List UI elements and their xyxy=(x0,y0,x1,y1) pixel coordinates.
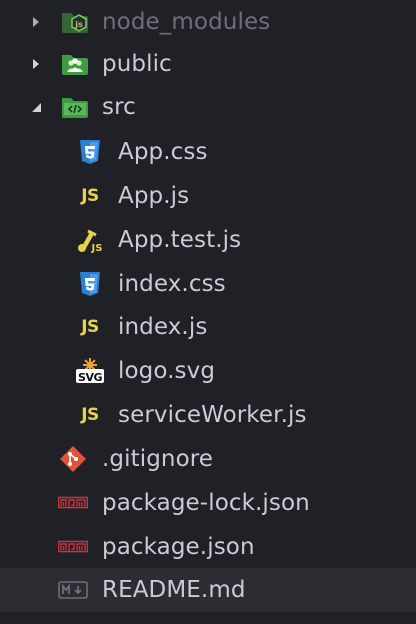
npm-file-icon xyxy=(58,481,88,525)
js-file-icon: JS xyxy=(75,174,105,218)
tree-item-app-css[interactable]: App.css xyxy=(0,130,416,174)
tree-item-label: package.json xyxy=(102,534,255,560)
chevron-right-icon[interactable] xyxy=(30,0,42,44)
tree-item-app-js[interactable]: JS App.js xyxy=(0,174,416,218)
svg-text:js: js xyxy=(74,20,83,29)
svg-file-icon: SVG xyxy=(75,349,105,393)
markdown-file-icon xyxy=(58,568,88,612)
tree-item-app-test-js[interactable]: JS App.test.js xyxy=(0,218,416,262)
chevron-right-icon[interactable] xyxy=(30,42,42,86)
tree-item-label: index.css xyxy=(118,271,226,297)
tree-item-label: .gitignore xyxy=(102,446,214,472)
js-file-icon: JS xyxy=(75,305,105,349)
git-file-icon xyxy=(58,437,88,481)
tree-item-package-json[interactable]: package.json xyxy=(0,525,416,569)
chevron-down-icon[interactable] xyxy=(30,85,42,129)
tree-item-label: node_modules xyxy=(102,9,271,35)
tree-item-label: index.js xyxy=(118,314,208,340)
css3-file-icon xyxy=(75,262,105,306)
tree-item-service-worker-js[interactable]: JS serviceWorker.js xyxy=(0,393,416,437)
tree-item-package-lock-json[interactable]: package-lock.json xyxy=(0,481,416,525)
js-badge: JS xyxy=(81,186,99,206)
tree-item-index-css[interactable]: index.css xyxy=(0,262,416,306)
tree-item-node-modules[interactable]: js node_modules xyxy=(0,0,416,44)
tree-item-label: serviceWorker.js xyxy=(118,402,307,428)
tree-item-gitignore[interactable]: .gitignore xyxy=(0,437,416,481)
file-explorer-tree: js node_modules public src App.css JS Ap… xyxy=(0,0,416,624)
css3-file-icon xyxy=(75,130,105,174)
tree-item-label: README.md xyxy=(102,577,246,603)
nodejs-folder-icon: js xyxy=(60,0,90,44)
tree-item-src[interactable]: src xyxy=(0,85,416,129)
svg-text:SVG: SVG xyxy=(78,371,102,384)
svg-text:JS: JS xyxy=(91,243,103,254)
tree-item-readme-md[interactable]: README.md xyxy=(0,568,416,612)
js-file-icon: JS xyxy=(75,393,105,437)
tree-item-logo-svg[interactable]: SVG logo.svg xyxy=(0,349,416,393)
js-badge: JS xyxy=(81,317,99,337)
tree-item-label: App.js xyxy=(118,183,190,209)
tree-item-public[interactable]: public xyxy=(0,42,416,86)
tree-item-label: App.test.js xyxy=(118,227,242,253)
tree-item-label: src xyxy=(102,94,136,120)
tree-item-label: logo.svg xyxy=(118,358,216,384)
npm-file-icon xyxy=(58,525,88,569)
tree-item-label: App.css xyxy=(118,139,208,165)
src-folder-icon xyxy=(60,85,90,129)
tree-item-label: package-lock.json xyxy=(102,490,310,516)
public-folder-icon xyxy=(60,42,90,86)
js-test-file-icon: JS xyxy=(75,218,105,262)
tree-item-label: public xyxy=(102,51,172,77)
tree-item-index-js[interactable]: JS index.js xyxy=(0,305,416,349)
js-badge: JS xyxy=(81,405,99,425)
